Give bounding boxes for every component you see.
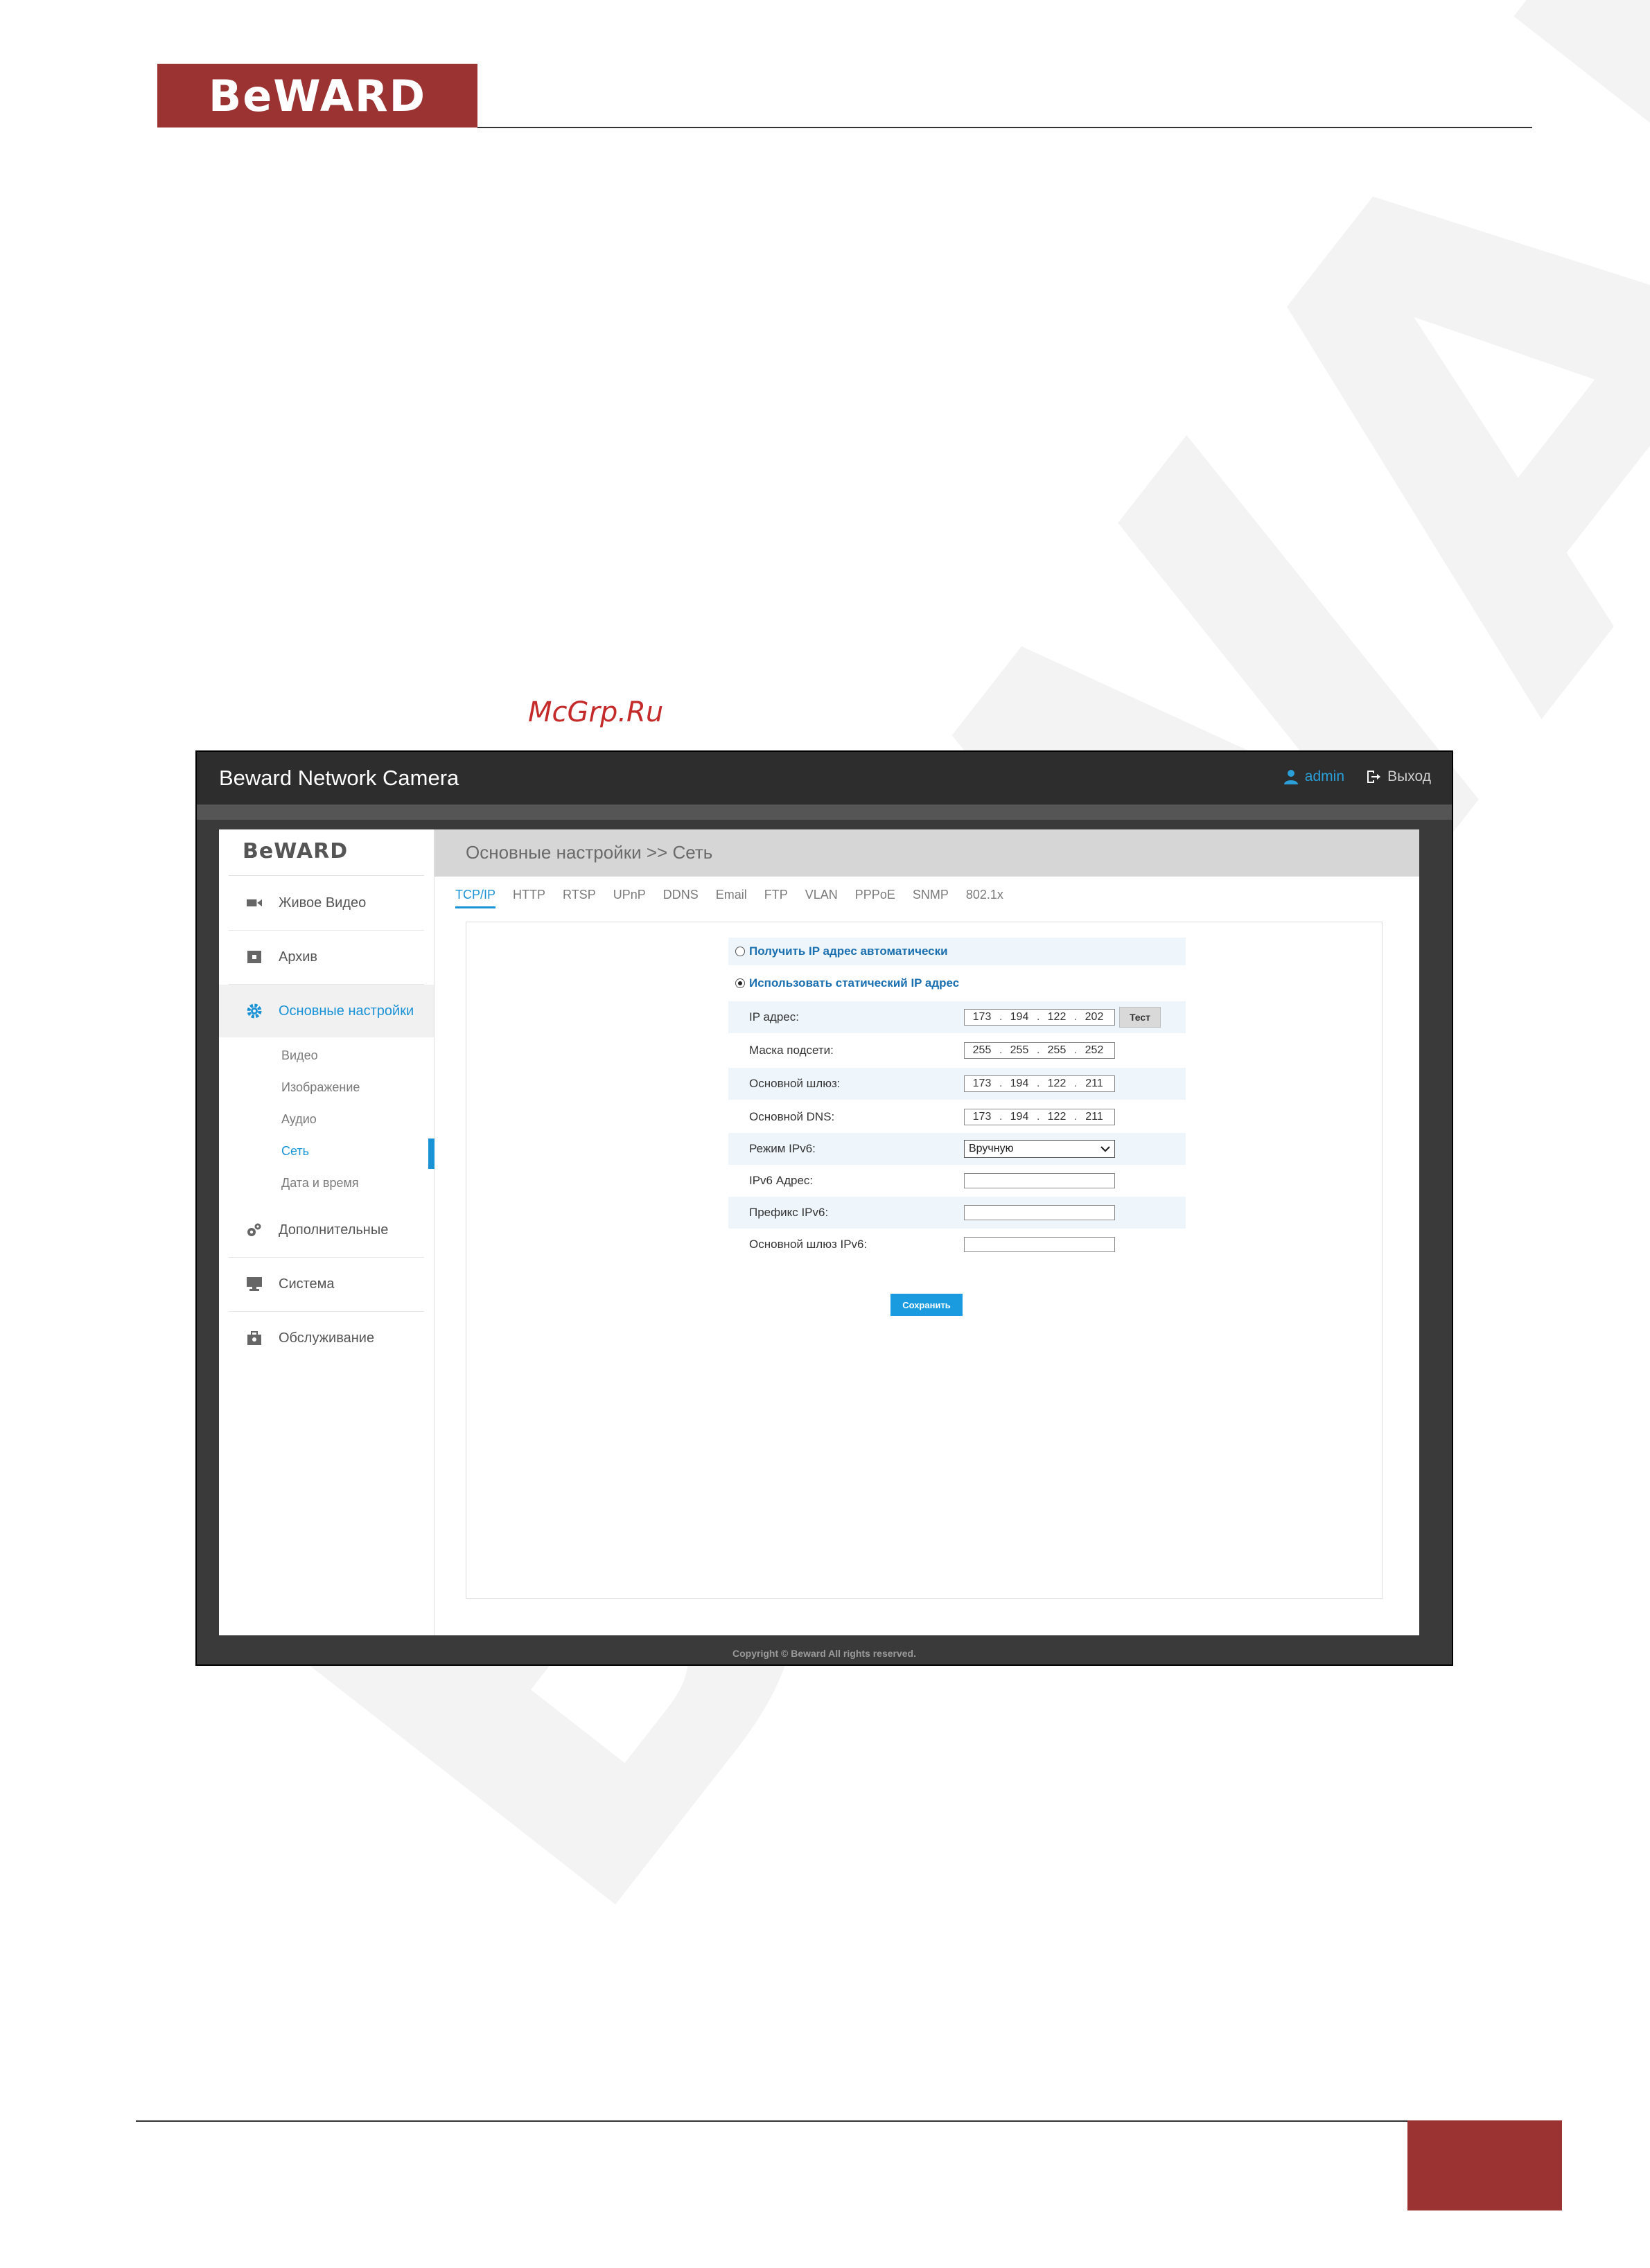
ipv6-prefix-row: Префикс IPv6: (728, 1197, 1186, 1229)
dns-label: Основной DNS: (749, 1110, 835, 1123)
ipv6-address-input[interactable] (964, 1173, 1115, 1188)
doc-logo: BeWARD (157, 64, 477, 128)
header-rule (477, 127, 1532, 128)
ipv6-prefix-input[interactable] (964, 1205, 1115, 1220)
user-icon (1283, 770, 1298, 784)
page-corner-block (1407, 2120, 1562, 2210)
main-panel: Основные настройки >> Сеть TCP/IP HTTP R… (435, 829, 1419, 1635)
sidebar: BeWARD Живое Видео Архив Основные настро… (219, 829, 435, 1635)
tab-snmp[interactable]: SNMP (913, 888, 949, 908)
toolbox-icon (247, 1330, 262, 1346)
sidebar-item-label: Дополнительные (279, 1222, 389, 1238)
sidebar-item-label: Основные настройки (279, 1003, 414, 1019)
sidebar-item-system[interactable]: Система (219, 1258, 434, 1310)
archive-icon (247, 949, 262, 965)
radio-static-ip-label: Использовать статический IP адрес (749, 976, 960, 990)
ipv6-mode-label: Режим IPv6: (749, 1142, 816, 1155)
page-title: Основные настройки >> Сеть (466, 842, 713, 863)
copyright-footer: Copyright © Beward All rights reserved. (197, 1642, 1452, 1664)
tab-ddns[interactable]: DDNS (663, 888, 699, 908)
dns-input[interactable]: 173. 194. 122. 211 (964, 1109, 1115, 1125)
ipv6-gateway-label: Основной шлюз IPv6: (749, 1238, 868, 1251)
user-menu[interactable]: admin (1283, 768, 1344, 785)
radio-auto-ip[interactable] (735, 947, 745, 956)
tab-vlan[interactable]: VLAN (805, 888, 838, 908)
submenu-network[interactable]: Сеть (281, 1144, 309, 1159)
tab-email[interactable]: Email (716, 888, 747, 908)
content-area: BeWARD Живое Видео Архив Основные настро… (219, 829, 1419, 1635)
ip-address-label: IP адрес: (749, 1010, 799, 1023)
ipv6-address-label: IPv6 Адрес: (749, 1174, 814, 1187)
tab-tcpip[interactable]: TCP/IP (455, 888, 496, 908)
submenu-audio[interactable]: Аудио (281, 1112, 317, 1127)
tab-upnp[interactable]: UPnP (613, 888, 646, 908)
gateway-label: Основной шлюз: (749, 1077, 841, 1090)
sidebar-item-advanced[interactable]: Дополнительные (219, 1204, 434, 1256)
app-header: Beward Network Camera admin Выход (197, 752, 1452, 805)
test-button[interactable]: Тест (1119, 1007, 1161, 1028)
settings-box: Получить IP адрес автоматически Использо… (466, 922, 1383, 1599)
header-strip (197, 805, 1452, 820)
sidebar-item-label: Архив (279, 949, 318, 965)
subnet-mask-input[interactable]: 255. 255. 255. 252 (964, 1042, 1115, 1059)
logout-label: Выход (1387, 768, 1431, 784)
ipv6-gateway-row: Основной шлюз IPv6: (728, 1229, 1186, 1260)
divider (229, 875, 424, 876)
sidebar-item-maintenance[interactable]: Обслуживание (219, 1312, 434, 1364)
tab-http[interactable]: HTTP (513, 888, 545, 908)
sidebar-item-label: Живое Видео (279, 895, 367, 911)
tab-pppoe[interactable]: PPPoE (855, 888, 895, 908)
gateway-row: Основной шлюз: 173. 194. 122. 211 (728, 1068, 1186, 1100)
ipv6-prefix-label: Префикс IPv6: (749, 1206, 829, 1219)
footer-rule (136, 2120, 1407, 2122)
sidebar-logo: BeWARD (243, 839, 349, 863)
sidebar-item-label: Система (279, 1276, 335, 1292)
tab-bar: TCP/IP HTTP RTSP UPnP DDNS Email FTP VLA… (455, 888, 1003, 908)
tab-rtsp[interactable]: RTSP (563, 888, 596, 908)
radio-static-ip[interactable] (735, 978, 745, 988)
logout-icon (1367, 771, 1381, 783)
user-name: admin (1304, 768, 1344, 784)
logout-button[interactable]: Выход (1365, 768, 1431, 785)
radio-static-ip-row[interactable]: Использовать статический IP адрес (728, 969, 1186, 997)
gear-icon (247, 1003, 262, 1019)
sidebar-item-basic-settings[interactable]: Основные настройки (219, 985, 434, 1037)
page-title-bar: Основные настройки >> Сеть (435, 829, 1419, 877)
ip-address-input[interactable]: 173. 194. 122. 202 (964, 1009, 1115, 1026)
ipv6-mode-value: Вручную (969, 1143, 1014, 1154)
subnet-mask-label: Маска подсети: (749, 1044, 834, 1057)
subnet-mask-row: Маска подсети: 255. 255. 255. 252 (728, 1035, 1186, 1066)
submenu-video[interactable]: Видео (281, 1048, 318, 1063)
site-watermark: McGrp.Ru (528, 696, 664, 728)
video-camera-icon (247, 895, 262, 911)
monitor-icon (247, 1276, 262, 1292)
sidebar-item-live-video[interactable]: Живое Видео (219, 877, 434, 929)
ip-address-row: IP адрес: 173. 194. 122. 202 Тест (728, 1001, 1186, 1033)
radio-auto-ip-row[interactable]: Получить IP адрес автоматически (728, 938, 1186, 965)
submenu-date-time[interactable]: Дата и время (281, 1176, 359, 1190)
ipv6-address-row: IPv6 Адрес: (728, 1165, 1186, 1197)
gateway-input[interactable]: 173. 194. 122. 211 (964, 1075, 1115, 1092)
ipv6-mode-row: Режим IPv6: Вручную (728, 1133, 1186, 1165)
submenu-image[interactable]: Изображение (281, 1080, 360, 1095)
tab-ftp[interactable]: FTP (764, 888, 788, 908)
sidebar-item-archive[interactable]: Архив (219, 931, 434, 983)
dns-row: Основной DNS: 173. 194. 122. 211 (728, 1101, 1186, 1133)
radio-auto-ip-label: Получить IP адрес автоматически (749, 944, 948, 958)
chevron-down-icon (1100, 1146, 1110, 1152)
tab-8021x[interactable]: 802.1x (966, 888, 1003, 908)
gears-icon (247, 1222, 262, 1238)
app-title: Beward Network Camera (219, 766, 459, 790)
save-button[interactable]: Сохранить (890, 1294, 963, 1316)
ipv6-mode-select[interactable]: Вручную (964, 1140, 1115, 1158)
sidebar-item-label: Обслуживание (279, 1330, 375, 1346)
camera-web-ui-screenshot: Beward Network Camera admin Выход BeWARD (195, 750, 1453, 1666)
ipv6-gateway-input[interactable] (964, 1237, 1115, 1252)
